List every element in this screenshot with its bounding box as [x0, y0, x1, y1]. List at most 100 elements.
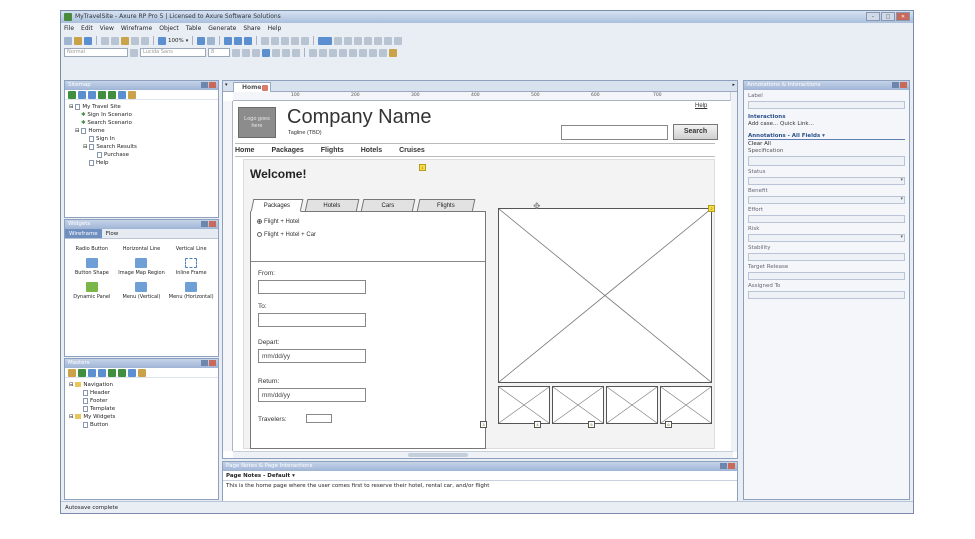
- company-name[interactable]: Company Name: [287, 106, 432, 129]
- delete-master-icon[interactable]: [128, 368, 136, 377]
- tree-item[interactable]: ⊟ My Travel Site: [69, 103, 214, 111]
- thumbnail-placeholder[interactable]: 3: [480, 386, 550, 428]
- tree-item[interactable]: Sign In: [69, 135, 214, 143]
- add-folder-icon[interactable]: [68, 368, 76, 377]
- menu-share[interactable]: Share: [243, 24, 260, 34]
- footnote-icon[interactable]: [389, 48, 397, 57]
- close-tab-icon[interactable]: [262, 85, 268, 91]
- menu-edit[interactable]: Edit: [81, 24, 93, 34]
- underline-icon[interactable]: [252, 48, 260, 57]
- logo-placeholder[interactable]: Logo goes here: [238, 107, 276, 138]
- bold-icon[interactable]: [232, 48, 240, 57]
- group-icon[interactable]: [224, 36, 233, 45]
- tree-item[interactable]: ⊟ Search Results: [69, 143, 214, 151]
- paste-icon[interactable]: [121, 36, 129, 45]
- benefit-select[interactable]: [748, 196, 905, 204]
- footnote-marker[interactable]: 4: [534, 421, 541, 428]
- footnote-marker[interactable]: 1: [419, 164, 426, 171]
- italic-icon[interactable]: [242, 48, 250, 57]
- effort-field[interactable]: [748, 215, 905, 223]
- text-align-left-icon[interactable]: [272, 48, 280, 57]
- text-align-right-icon[interactable]: [292, 48, 300, 57]
- nav-packages[interactable]: Packages: [271, 144, 303, 156]
- add-master-icon[interactable]: [78, 368, 86, 377]
- distribute-icon[interactable]: [394, 36, 403, 45]
- risk-select[interactable]: [748, 234, 905, 242]
- from-input[interactable]: [258, 280, 366, 294]
- tab-packages[interactable]: Packages: [250, 199, 304, 212]
- tree-item[interactable]: Button: [69, 421, 214, 429]
- interactions-links[interactable]: Add case... Quick Link...: [744, 120, 909, 127]
- arrow-style-icon[interactable]: [301, 36, 310, 45]
- cut-icon[interactable]: [101, 36, 109, 45]
- align-right-icon[interactable]: [354, 36, 363, 45]
- tab-flow[interactable]: Flow: [102, 229, 123, 238]
- nav-cruises[interactable]: Cruises: [399, 144, 425, 156]
- close-icon[interactable]: [209, 82, 216, 88]
- outdent-icon[interactable]: [118, 368, 126, 377]
- fill-icon[interactable]: [318, 36, 333, 45]
- widget-horizontal-line[interactable]: Horizontal Line: [117, 242, 167, 252]
- horizontal-scrollbar[interactable]: [233, 451, 733, 458]
- pin-icon[interactable]: [720, 463, 727, 469]
- footnote-marker[interactable]: 2: [708, 205, 715, 212]
- close-button[interactable]: ✕: [896, 12, 910, 21]
- notes-selector[interactable]: Page Notes - Default ▾: [223, 471, 737, 479]
- text-align-center-icon[interactable]: [282, 48, 290, 57]
- search-input[interactable]: [561, 125, 668, 140]
- nav-flights[interactable]: Flights: [321, 144, 344, 156]
- label-field[interactable]: [748, 101, 905, 109]
- footnote-marker[interactable]: 3: [480, 421, 487, 428]
- tagline[interactable]: Tagline (TBD): [288, 130, 322, 136]
- line-style-icon[interactable]: [291, 36, 300, 45]
- widget-image-map-region[interactable]: Image Map Region: [117, 258, 167, 276]
- thumbnail-placeholder[interactable]: 5: [588, 386, 658, 428]
- tree-item[interactable]: Header: [69, 389, 214, 397]
- help-link[interactable]: Help: [695, 103, 707, 109]
- redo-icon[interactable]: [141, 36, 149, 45]
- fill-color-icon[interactable]: [261, 36, 270, 45]
- font-select[interactable]: Lucida Sans: [140, 48, 206, 57]
- depart-input[interactable]: mm/dd/yy: [258, 349, 366, 363]
- connector-icon[interactable]: [207, 36, 216, 45]
- pointer-icon[interactable]: [197, 36, 206, 45]
- style-select[interactable]: Normal: [64, 48, 128, 57]
- add-page-icon[interactable]: [68, 90, 76, 99]
- close-icon[interactable]: [900, 82, 907, 88]
- radio-flight-hotel-car[interactable]: Flight + Hotel + Car: [257, 232, 316, 238]
- align-middle-icon[interactable]: [374, 36, 383, 45]
- page-properties-icon[interactable]: [128, 90, 136, 99]
- align-bottom-icon[interactable]: [384, 36, 393, 45]
- font-color-icon[interactable]: [262, 48, 270, 57]
- master-properties-icon[interactable]: [138, 368, 146, 377]
- tab-home[interactable]: Home: [233, 82, 271, 92]
- move-up-icon[interactable]: [88, 368, 96, 377]
- widget-menu-vertical[interactable]: Menu (Vertical): [117, 282, 167, 300]
- menu-view[interactable]: View: [100, 24, 114, 34]
- tree-item[interactable]: Purchase: [69, 151, 214, 159]
- to-input[interactable]: [258, 313, 366, 327]
- menu-object[interactable]: Object: [159, 24, 179, 34]
- image-placeholder[interactable]: 2 ✥: [498, 201, 715, 383]
- minimize-button[interactable]: –: [866, 12, 880, 21]
- tree-item[interactable]: ⊟ My Widgets: [69, 413, 214, 421]
- new-icon[interactable]: [64, 36, 72, 45]
- target-release-field[interactable]: [748, 272, 905, 280]
- specification-field[interactable]: [748, 156, 905, 166]
- tree-item[interactable]: Footer: [69, 397, 214, 405]
- annotations-fields-header[interactable]: Annotations - All Fields ▾: [748, 127, 905, 140]
- border-icon[interactable]: [319, 48, 327, 57]
- close-icon[interactable]: [209, 360, 216, 366]
- widget-radio-button[interactable]: Radio Button: [67, 242, 117, 252]
- radio-flight-hotel[interactable]: Flight + Hotel: [257, 219, 300, 225]
- menu-wireframe[interactable]: Wireframe: [121, 24, 152, 34]
- widget-inline-frame[interactable]: Inline Frame: [166, 258, 216, 276]
- align-left-icon[interactable]: [334, 36, 343, 45]
- height-icon[interactable]: [359, 48, 367, 57]
- widget-button-shape[interactable]: Button Shape: [67, 258, 117, 276]
- travelers-input[interactable]: [306, 414, 332, 423]
- tree-item[interactable]: ⊟ Navigation: [69, 381, 214, 389]
- tab-list-icon[interactable]: ▾: [225, 82, 228, 88]
- hidden-icon[interactable]: [369, 48, 377, 57]
- pin-icon[interactable]: [892, 82, 899, 88]
